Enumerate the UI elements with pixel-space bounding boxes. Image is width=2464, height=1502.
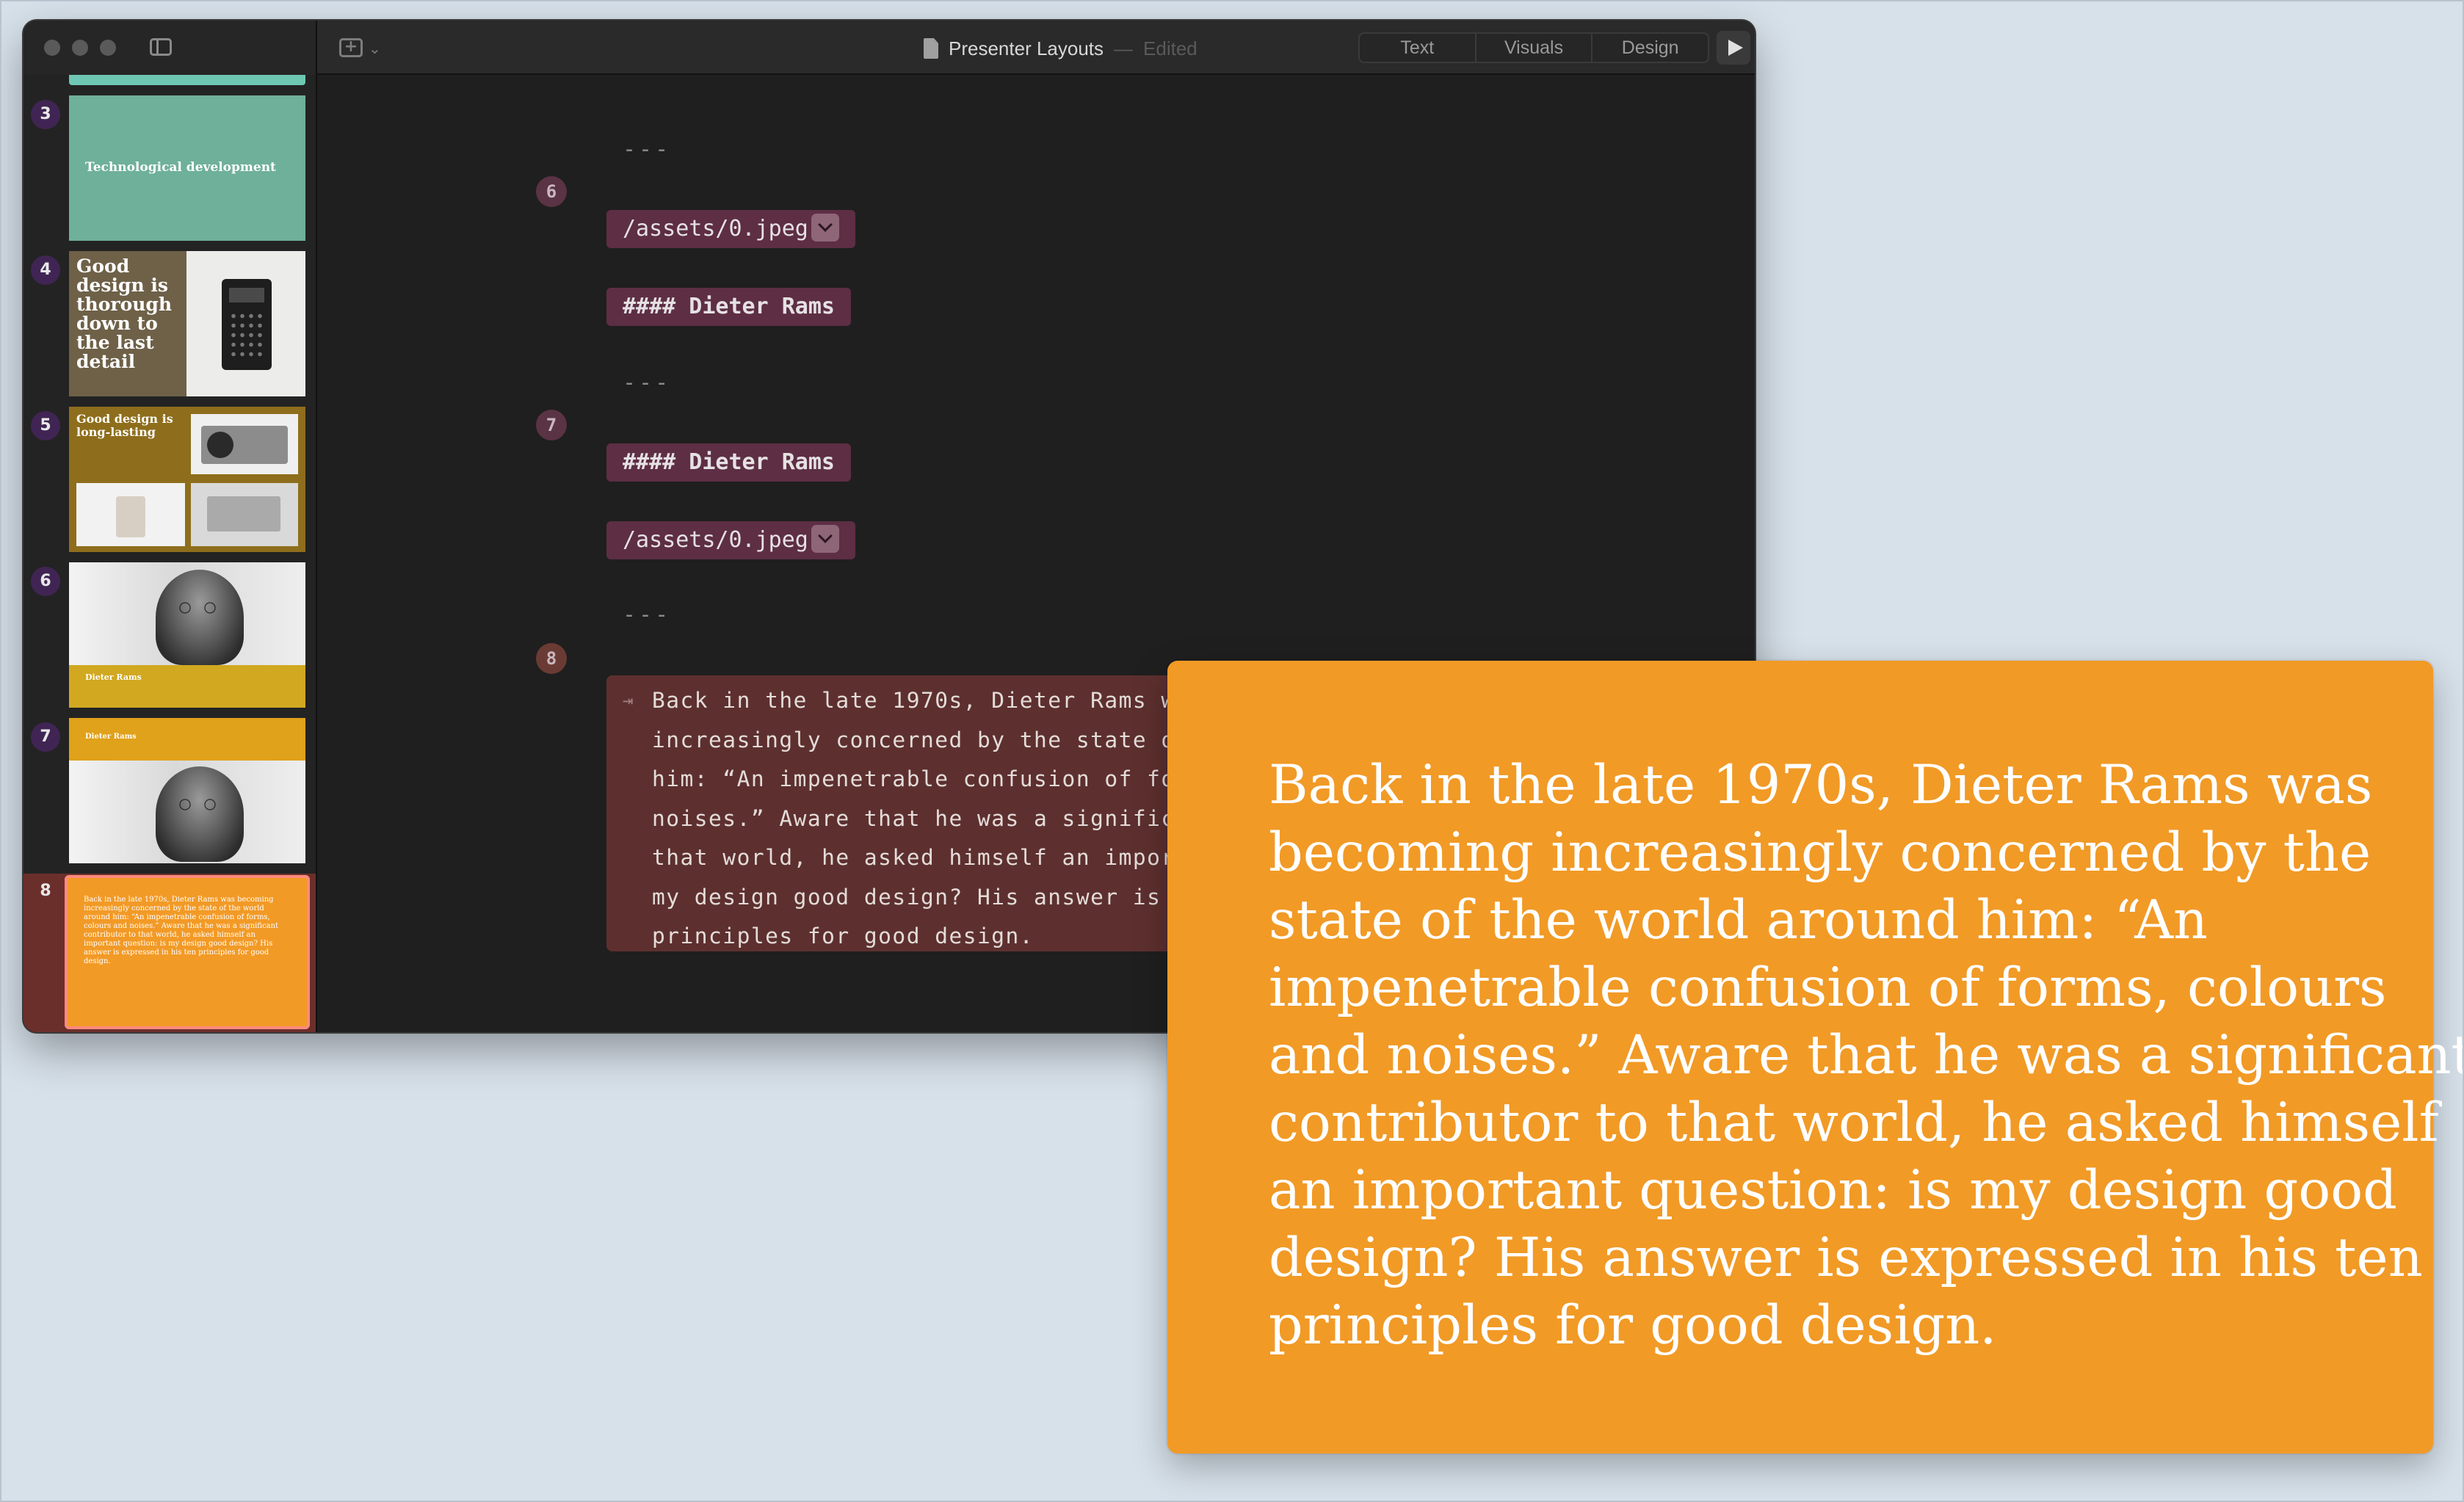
zoom-window-button[interactable] (100, 40, 116, 56)
indent-arrow-icon: ⇥ (623, 690, 634, 711)
slide-separator: --- (623, 137, 672, 162)
slide-row[interactable]: 6 Dieter Rams (23, 562, 316, 714)
slide-title: Good design is long-lasting (76, 412, 173, 439)
slide-row[interactable]: 5 Good design is long-lasting (23, 407, 316, 558)
heading-chip[interactable]: #### Dieter Rams (606, 443, 851, 482)
record-player-image (191, 483, 298, 546)
document-title[interactable]: Presenter Layouts (949, 37, 1104, 60)
heading-chip[interactable]: #### Dieter Rams (606, 288, 851, 326)
chevron-down-icon[interactable] (811, 213, 839, 242)
slide-separator: --- (623, 602, 672, 628)
slide-row[interactable]: 4 Good design is thorough down to the la… (23, 251, 316, 402)
slide-thumbnail[interactable]: Technological development (69, 95, 305, 241)
slide-marker[interactable]: 7 (536, 410, 567, 440)
close-window-button[interactable] (44, 40, 60, 56)
presenter-slide-preview: Back in the late 1970s, Dieter Rams was … (1167, 661, 2464, 1454)
slide-row-selected[interactable]: 8 Back in the late 1970s, Dieter Rams wa… (23, 874, 316, 1032)
slide-thumbnail[interactable]: Good design is thorough down to the last… (69, 251, 305, 396)
mode-design-tab[interactable]: Design (1592, 34, 1708, 62)
slide-marker[interactable]: 8 (536, 643, 567, 674)
slide-thumbnail[interactable]: Dieter Rams (69, 562, 305, 708)
slide-number: 6 (31, 567, 60, 596)
slide-marker[interactable]: 6 (536, 176, 567, 207)
image-chip[interactable]: /assets/0.jpeg (606, 521, 855, 559)
slide-thumbnail[interactable]: Good design is long-lasting (69, 407, 305, 552)
slide-thumbnail[interactable]: Back in the late 1970s, Dieter Rams was … (65, 875, 310, 1029)
slide-title: Dieter Rams (85, 733, 137, 741)
radio-image (191, 414, 298, 474)
chevron-down-icon[interactable] (811, 524, 839, 553)
slide-thumbnail-partial[interactable] (69, 75, 305, 85)
bag-image (76, 483, 185, 546)
image-path: /assets/0.jpeg (623, 527, 808, 553)
slide-title: Dieter Rams (85, 672, 142, 682)
slide-body-text: Back in the late 1970s, Dieter Rams was … (84, 896, 279, 965)
mode-visuals-tab[interactable]: Visuals (1476, 34, 1593, 62)
sidebar-toggle-icon[interactable] (150, 38, 172, 56)
slide-number: 7 (31, 722, 60, 752)
portrait-photo (69, 761, 305, 863)
slide-title: Technological development (85, 160, 276, 175)
image-chip[interactable]: /assets/0.jpeg (606, 210, 855, 248)
edit-status: Edited (1143, 37, 1197, 59)
document-title-area: Presenter Layouts — Edited (924, 35, 1197, 62)
slide-row[interactable]: 7 Dieter Rams (23, 718, 316, 869)
minimize-window-button[interactable] (72, 40, 88, 56)
slide-navigator: 3 Technological development 4 Good desig… (23, 75, 317, 1032)
slide-row[interactable]: 3 Technological development (23, 95, 316, 247)
mode-segmented-control: Text Visuals Design (1358, 32, 1709, 63)
title-separator: — (1114, 37, 1134, 59)
play-button[interactable] (1717, 31, 1750, 65)
presenter-slide-text: Back in the late 1970s, Dieter Rams was … (1269, 754, 2464, 1357)
portrait-photo (69, 562, 305, 665)
mode-text-tab[interactable]: Text (1360, 34, 1476, 62)
slide-number: 5 (31, 411, 60, 440)
document-icon (924, 38, 938, 59)
slide-number: 4 (31, 255, 60, 285)
titlebar: + ⌄ Presenter Layouts — Edited Text Visu… (23, 21, 1755, 75)
slide-number: 8 (40, 882, 51, 900)
slide-separator: --- (623, 370, 672, 396)
calculator-image (186, 251, 305, 396)
calculator-icon (222, 279, 272, 370)
slide-thumbnail[interactable]: Dieter Rams (69, 718, 305, 863)
slide-title: Good design is thorough down to the last… (76, 255, 173, 372)
add-slide-icon[interactable]: + (339, 38, 363, 57)
image-path: /assets/0.jpeg (623, 216, 808, 242)
slide-number: 3 (31, 100, 60, 129)
chevron-down-icon[interactable]: ⌄ (369, 40, 381, 57)
